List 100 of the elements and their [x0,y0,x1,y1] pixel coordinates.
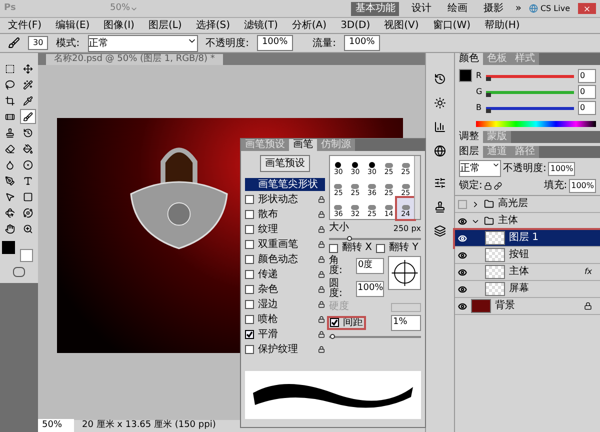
slider-thumb[interactable] [486,92,491,96]
lock-icon[interactable] [318,331,325,338]
menu-item[interactable]: 图层(L) [148,20,182,30]
lock-icon[interactable] [318,271,325,278]
eye-icon[interactable] [458,302,466,310]
lock-icon[interactable] [318,316,325,323]
brush-option-item[interactable]: 形状动态 [245,193,325,206]
lock-icon[interactable] [484,182,492,190]
brush-tool-button[interactable] [20,109,36,124]
brush-presets-button[interactable]: 画笔预设 [260,155,310,172]
spacing-field[interactable]: 1% [391,315,421,330]
checkbox[interactable] [245,285,254,294]
slider-thumb[interactable] [486,76,491,80]
histogram-icon[interactable] [434,121,446,133]
workspace-button[interactable]: 摄影 [479,2,508,16]
brush-icon[interactable] [8,37,20,49]
brush-size-picker[interactable]: 30 [28,36,48,50]
panel-tab[interactable]: 调整 [455,131,483,143]
checkbox[interactable] [245,345,254,354]
angle-field[interactable]: 0度 [356,258,384,274]
color-spectrum-bar[interactable] [476,121,596,127]
background-color-swatch[interactable] [20,249,32,262]
menu-item[interactable]: 编辑(E) [56,20,90,30]
sliders-icon[interactable] [434,177,446,189]
brush-option-item[interactable]: 纹理 [245,223,325,236]
brush-option-item[interactable]: 颜色动态 [245,253,325,266]
lock-icon[interactable] [318,211,325,218]
fill-field[interactable]: 100% [569,179,596,193]
eye-icon[interactable] [458,268,466,276]
menu-item[interactable]: 分析(A) [292,20,327,30]
brush-option-item[interactable]: 散布 [245,208,325,221]
lock-icon[interactable] [318,286,325,293]
mode-dropdown[interactable]: 正常 [88,34,198,52]
layer-row[interactable]: 图层 1 [455,230,600,247]
angle-dial-icon[interactable] [388,256,421,290]
workspace-button[interactable]: 设计 [407,2,436,16]
brush-option-item[interactable]: 保护纹理 [245,343,325,356]
slider-thumb[interactable] [486,108,491,112]
sun-icon[interactable] [434,97,446,109]
history-icon[interactable] [434,73,446,85]
checkbox[interactable] [329,244,338,252]
panel-tab[interactable]: 画笔 [289,139,317,151]
eye-icon[interactable] [458,284,466,294]
menu-item[interactable]: 文件(F) [8,20,42,30]
checkbox[interactable] [245,255,254,264]
close-button[interactable] [578,3,596,14]
checkbox[interactable] [245,270,254,279]
checkbox[interactable] [330,318,339,328]
channel-value-field[interactable]: 0 [578,101,596,115]
layer-row[interactable]: 屏幕 [455,281,600,298]
lock-icon[interactable] [318,241,325,248]
brush-option-item[interactable]: 喷枪 [245,313,325,326]
brush-option-item[interactable]: 平滑 [245,328,325,341]
more-workspaces-button[interactable]: » [515,1,522,16]
brush-option-item[interactable]: 湿边 [245,298,325,311]
layer-row[interactable]: 按钮 [455,247,600,264]
quick-mask-button[interactable] [13,267,25,277]
cs-live-button[interactable]: CS Live [529,2,570,14]
workspace-button[interactable]: 基本功能 [351,2,400,16]
panel-tab[interactable]: 颜色 [455,53,483,65]
flow-field[interactable]: 100% [344,35,380,51]
eye-icon[interactable] [458,216,466,226]
slider-thumb[interactable] [347,236,352,241]
opacity-field[interactable]: 100% [548,162,576,176]
checkbox[interactable] [245,195,254,204]
checkbox[interactable] [376,244,386,252]
menu-item[interactable]: 图像(I) [104,20,134,30]
brush-option-item[interactable]: 杂色 [245,283,325,296]
effects-badge[interactable]: fx [584,266,592,278]
brush-option-item[interactable]: 传递 [245,268,325,281]
lock-icon[interactable] [318,226,325,233]
channel-value-field[interactable]: 0 [578,69,596,83]
checkbox[interactable] [245,300,254,309]
link-icon[interactable] [494,182,502,190]
checkbox[interactable] [245,315,254,324]
menu-item[interactable]: 选择(S) [196,20,230,30]
foreground-color-swatch[interactable] [2,241,15,254]
blend-mode-dropdown[interactable]: 正常 [459,160,501,177]
menu-item[interactable]: 3D(D) [340,20,370,30]
slider-thumb[interactable] [330,334,335,338]
checkbox[interactable] [245,330,254,339]
lock-icon[interactable] [318,256,325,263]
foreground-color-swatch[interactable] [459,69,472,82]
globe-icon[interactable] [434,145,446,157]
zoom-field[interactable]: 50% [38,419,74,432]
lock-icon[interactable] [318,301,325,308]
workspace-button[interactable]: 绘画 [443,2,472,16]
brush-option-item[interactable]: 双重画笔 [245,238,325,251]
checkbox[interactable] [245,225,254,234]
menu-item[interactable]: 滤镜(T) [244,20,278,30]
stamp-icon[interactable] [434,201,446,213]
opacity-field[interactable]: 100% [256,35,293,51]
lock-icon[interactable] [318,196,325,203]
document-tab[interactable]: 名称20.psd @ 50% (图层 1, RGB/8) * [46,54,223,65]
channel-value-field[interactable]: 0 [578,85,596,99]
layers-icon[interactable] [434,225,446,237]
menu-item[interactable]: 视图(V) [384,20,419,30]
checkbox[interactable] [245,210,254,219]
lock-icon[interactable] [318,346,325,353]
layer-row[interactable]: 主体 fx [455,264,600,281]
